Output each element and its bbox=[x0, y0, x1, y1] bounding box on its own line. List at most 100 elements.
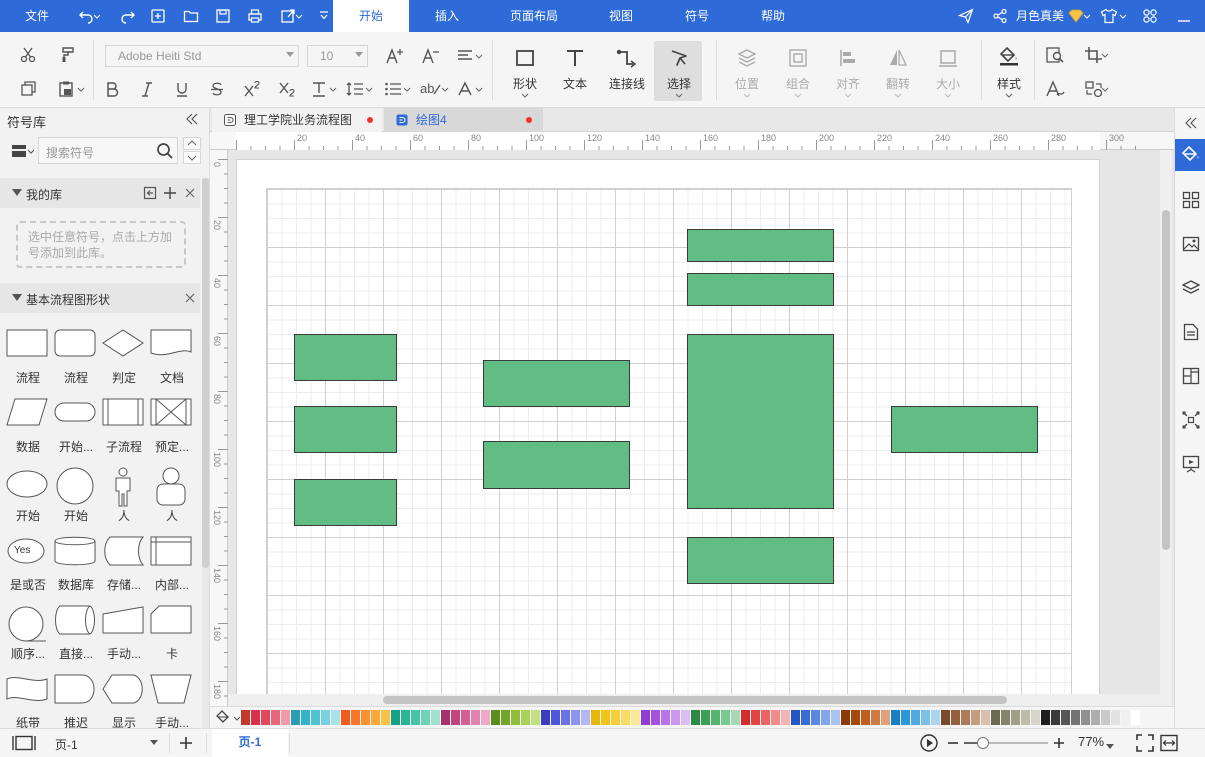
underline-icon[interactable] bbox=[171, 78, 193, 100]
color-swatch[interactable] bbox=[761, 710, 770, 725]
flow-box[interactable] bbox=[687, 229, 834, 262]
skin-shirt-icon[interactable] bbox=[1099, 6, 1119, 26]
bullet-dropdown-icon[interactable] bbox=[402, 84, 412, 94]
color-swatch[interactable] bbox=[1131, 710, 1140, 725]
color-swatch[interactable] bbox=[571, 710, 580, 725]
flow-box[interactable] bbox=[483, 441, 630, 489]
tab-help[interactable]: 帮助 bbox=[750, 0, 796, 32]
find-replace-icon[interactable] bbox=[1043, 44, 1067, 66]
zoom-slider-handle[interactable] bbox=[977, 737, 989, 749]
shape-manual-input[interactable]: 手动... bbox=[100, 599, 148, 665]
highlight-dropdown-icon[interactable] bbox=[440, 84, 450, 94]
canvas-area[interactable]: 20 40 60 80 100 120 140 160 180 200 220 240 260 280 30… bbox=[210, 132, 1174, 706]
color-swatch[interactable] bbox=[981, 710, 990, 725]
tab-start[interactable]: 开始 bbox=[333, 0, 409, 32]
flow-box[interactable] bbox=[687, 273, 834, 306]
color-swatch[interactable] bbox=[361, 710, 370, 725]
library-menu-icon[interactable] bbox=[10, 143, 36, 159]
shape-predefined[interactable]: 预定... bbox=[148, 392, 196, 458]
color-swatch[interactable] bbox=[891, 710, 900, 725]
select-tool-label[interactable]: 选择 bbox=[659, 75, 699, 92]
shape-tool-label[interactable]: 形状 bbox=[505, 75, 545, 92]
play-icon[interactable] bbox=[919, 733, 939, 753]
color-swatch[interactable] bbox=[1051, 710, 1060, 725]
color-swatch[interactable] bbox=[941, 710, 950, 725]
collapse-panel-icon[interactable] bbox=[185, 113, 201, 127]
shape-direct-access[interactable]: 直接... bbox=[52, 599, 100, 665]
color-swatch[interactable] bbox=[1041, 710, 1050, 725]
style-fill-icon[interactable] bbox=[997, 44, 1021, 68]
color-swatch[interactable] bbox=[721, 710, 730, 725]
color-swatch[interactable] bbox=[581, 710, 590, 725]
flip-icon[interactable] bbox=[886, 46, 910, 70]
color-swatch[interactable] bbox=[421, 710, 430, 725]
color-swatch[interactable] bbox=[951, 710, 960, 725]
decrease-font-icon[interactable] bbox=[420, 45, 442, 67]
export-dropdown-icon[interactable] bbox=[294, 6, 304, 26]
italic-icon[interactable] bbox=[136, 78, 158, 100]
color-swatch[interactable] bbox=[311, 710, 320, 725]
fit-page-icon[interactable] bbox=[1136, 734, 1154, 752]
color-swatch[interactable] bbox=[531, 710, 540, 725]
color-swatch[interactable] bbox=[271, 710, 280, 725]
font-color-icon[interactable] bbox=[454, 78, 476, 100]
text-align-icon[interactable] bbox=[454, 45, 476, 67]
open-folder-icon[interactable] bbox=[181, 6, 201, 26]
shape-start-ellipse[interactable]: 开始 bbox=[4, 461, 52, 527]
line-spacing-icon[interactable] bbox=[344, 78, 366, 100]
color-swatch[interactable] bbox=[611, 710, 620, 725]
flow-box[interactable] bbox=[687, 334, 834, 509]
color-swatch[interactable] bbox=[961, 710, 970, 725]
position-icon[interactable] bbox=[735, 46, 759, 70]
color-swatch[interactable] bbox=[631, 710, 640, 725]
superscript-icon[interactable] bbox=[241, 78, 263, 100]
shape-tool-icon[interactable] bbox=[513, 46, 537, 70]
shape-sequential-access[interactable]: 顺序... bbox=[4, 599, 52, 665]
zoom-out-icon[interactable] bbox=[946, 735, 960, 751]
shape-database[interactable]: 数据库 bbox=[52, 530, 100, 596]
minimize-icon[interactable] bbox=[1174, 6, 1194, 26]
color-swatch[interactable] bbox=[1011, 710, 1020, 725]
close-my-library-icon[interactable] bbox=[184, 187, 196, 199]
color-swatch[interactable] bbox=[741, 710, 750, 725]
color-swatch[interactable] bbox=[1061, 710, 1070, 725]
flow-box[interactable] bbox=[294, 406, 397, 453]
zoom-dropdown-icon[interactable] bbox=[1106, 739, 1116, 749]
font-color-dropdown-icon[interactable] bbox=[474, 84, 484, 94]
align-icon[interactable] bbox=[836, 46, 860, 70]
user-name[interactable]: 月色真美 bbox=[1016, 0, 1068, 32]
color-swatch[interactable] bbox=[711, 710, 720, 725]
position-label[interactable]: 位置 bbox=[727, 75, 767, 92]
color-swatch[interactable] bbox=[261, 710, 270, 725]
align-dropdown-icon[interactable] bbox=[843, 92, 853, 100]
shape-yes-no[interactable]: Yes 是或否 bbox=[4, 530, 52, 596]
size-label[interactable]: 大小 bbox=[928, 75, 968, 92]
print-icon[interactable] bbox=[245, 6, 265, 26]
color-swatch[interactable] bbox=[501, 710, 510, 725]
doc-tab-business-flow[interactable]: 理工学院业务流程图 bbox=[212, 108, 382, 132]
color-swatch[interactable] bbox=[641, 710, 650, 725]
color-swatch[interactable] bbox=[1021, 710, 1030, 725]
skin-dropdown-icon[interactable] bbox=[1118, 6, 1128, 26]
shape-person-bust[interactable]: 人 bbox=[148, 461, 196, 527]
color-swatch[interactable] bbox=[791, 710, 800, 725]
shape-internal-storage[interactable]: 内部... bbox=[148, 530, 196, 596]
color-swatch[interactable] bbox=[921, 710, 930, 725]
my-library-header[interactable]: 我的库 bbox=[0, 178, 200, 208]
text-highlight-icon[interactable]: ab bbox=[418, 78, 442, 100]
flow-box[interactable] bbox=[891, 406, 1038, 453]
color-swatch[interactable] bbox=[251, 710, 260, 725]
flip-label[interactable]: 翻转 bbox=[878, 75, 918, 92]
flip-dropdown-icon[interactable] bbox=[893, 92, 903, 100]
tab-symbol[interactable]: 符号 bbox=[674, 0, 720, 32]
expand-panel-icon[interactable] bbox=[1180, 112, 1202, 134]
color-swatch[interactable] bbox=[471, 710, 480, 725]
color-swatch[interactable] bbox=[1001, 710, 1010, 725]
shape-document[interactable]: 文档 bbox=[148, 323, 196, 389]
size-icon[interactable] bbox=[936, 46, 960, 70]
color-swatch[interactable] bbox=[651, 710, 660, 725]
search-icon[interactable] bbox=[156, 142, 174, 160]
shape-card[interactable]: 卡 bbox=[148, 599, 196, 665]
save-icon[interactable] bbox=[213, 6, 233, 26]
color-swatch[interactable] bbox=[1071, 710, 1080, 725]
